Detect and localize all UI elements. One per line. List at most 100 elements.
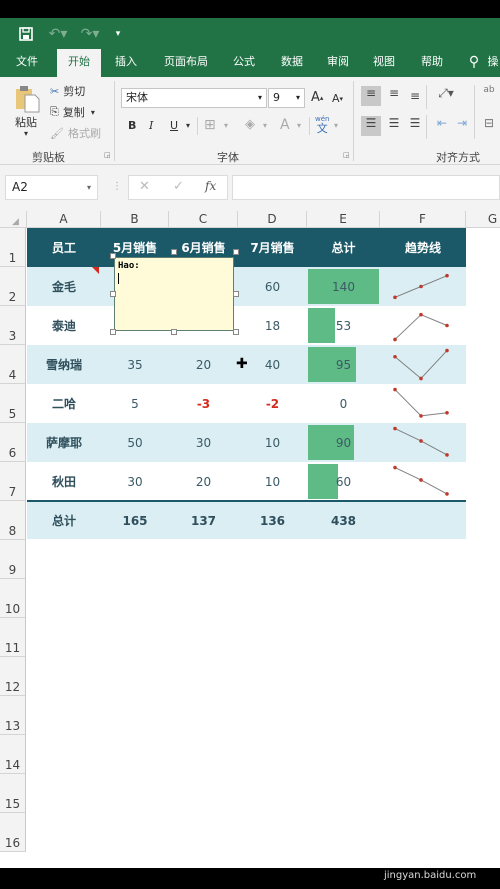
bold-button[interactable]: B [128,119,136,132]
row-header-11[interactable]: 11 [0,618,26,657]
sales-cell[interactable]: 10 [238,423,307,462]
fill-color-icon[interactable]: ◈ [245,117,255,132]
font-name-field[interactable]: 宋体 ▾ [121,88,267,108]
cancel-icon[interactable]: ✕ [139,179,150,194]
comment-resize-handle[interactable] [233,329,239,335]
row-header-10[interactable]: 10 [0,579,26,618]
sales-cell[interactable]: 0 [307,384,380,423]
row-header-16[interactable]: 16 [0,813,26,852]
lightbulb-icon[interactable]: ⚲ [466,49,482,77]
row-header-6[interactable]: 6 [0,423,26,462]
decrease-indent-icon[interactable]: ⇤ [432,116,452,136]
orientation-icon[interactable]: ⤢▾ [432,86,460,106]
sales-cell[interactable]: 20 [169,462,238,501]
employee-name-cell[interactable]: 雪纳瑞 [27,345,101,384]
row-header-9[interactable]: 9 [0,540,26,579]
tab-file[interactable]: 文件 [6,49,48,77]
wrap-text-icon[interactable]: ab [481,85,497,105]
increase-indent-icon[interactable]: ⇥ [452,116,472,136]
paste-button[interactable]: 粘贴 [15,114,37,130]
align-right-icon[interactable]: ☰ [405,116,425,136]
sales-cell[interactable]: 40 [238,345,307,384]
row-header-2[interactable]: 2 [0,267,26,306]
employee-name-cell[interactable]: 萨摩耶 [27,423,101,462]
sales-cell[interactable]: 60 [238,267,307,306]
align-middle-icon[interactable]: ≡ [384,86,404,106]
merge-center-icon[interactable]: ⊟ [481,116,497,136]
align-bottom-icon[interactable]: ≡ [405,89,425,109]
comment-resize-handle[interactable] [171,329,177,335]
table-header-cell[interactable]: 7月销售 [238,228,307,267]
customize-qat-icon[interactable]: ▾ [112,24,124,44]
row-header-12[interactable]: 12 [0,657,26,696]
column-header-f[interactable]: F [380,211,466,228]
tab-page-layout[interactable]: 页面布局 [158,49,214,77]
worksheet-grid[interactable]: ◢ A B C D E F G 1 2 3 4 5 6 7 8 9 10 11 12 13 14 15 16 员工 5月销售 6月… [0,211,500,868]
sales-cell[interactable]: 95 [307,345,380,384]
row-header-7[interactable]: 7 [0,462,26,501]
select-all-corner[interactable]: ◢ [0,211,27,228]
sales-cell[interactable]: 30 [169,423,238,462]
comment-resize-handle[interactable] [110,329,116,335]
sales-cell[interactable]: 50 [101,423,169,462]
table-header-cell[interactable]: 员工 [27,228,101,267]
tab-view[interactable]: 视图 [364,49,404,77]
sales-cell[interactable]: 60 [307,462,380,501]
paste-dropdown-icon[interactable]: ▾ [24,129,28,138]
tab-home[interactable]: 开始 [57,49,101,77]
align-left-icon[interactable]: ☰ [361,116,381,136]
fill-color-dropdown-icon[interactable]: ▾ [263,121,267,130]
cut-button[interactable]: ✂ 剪切 [50,83,85,99]
comment-resize-handle[interactable] [171,249,177,255]
align-top-icon[interactable]: ≡ [361,86,381,106]
employee-name-cell[interactable]: 二哈 [27,384,101,423]
sales-cell[interactable]: 30 [101,462,169,501]
redo-icon[interactable]: ↷▾ [78,24,102,44]
total-cell[interactable]: 136 [238,501,307,540]
border-icon[interactable]: ⊞ [204,117,216,133]
formula-input[interactable] [232,175,500,200]
total-cell[interactable]: 总计 [27,501,101,540]
column-header-g[interactable]: G [466,211,500,228]
column-header-d[interactable]: D [238,211,307,228]
sales-cell[interactable]: 35 [101,345,169,384]
sales-cell[interactable]: -3 [169,384,238,423]
row-header-13[interactable]: 13 [0,696,26,735]
comment-resize-handle[interactable] [110,253,116,259]
column-header-b[interactable]: B [101,211,169,228]
tab-formulas[interactable]: 公式 [224,49,264,77]
row-header-1[interactable]: 1 [0,228,26,267]
border-dropdown-icon[interactable]: ▾ [224,121,228,130]
format-painter-button[interactable]: 🖌 格式刷 [50,125,101,141]
shrink-font-button[interactable]: A ▾ [332,92,343,105]
employee-name-cell[interactable]: 秋田 [27,462,101,501]
sales-cell[interactable]: 18 [238,306,307,345]
clipboard-launcher-icon[interactable]: ◲ [104,151,111,159]
copy-button[interactable]: ⎘ 复制 ▾ [50,104,95,120]
row-header-3[interactable]: 3 [0,306,26,345]
grow-font-button[interactable]: A ▴ [311,90,323,105]
employee-name-cell[interactable]: 泰迪 [27,306,101,345]
sales-cell[interactable]: -2 [238,384,307,423]
column-header-c[interactable]: C [169,211,238,228]
comment-resize-handle[interactable] [233,249,239,255]
comment-resize-handle[interactable] [233,291,239,297]
save-icon[interactable] [16,24,36,44]
cell-comment-box[interactable]: Hao: [114,257,234,331]
font-color-dropdown-icon[interactable]: ▾ [297,121,301,130]
tab-insert[interactable]: 插入 [106,49,146,77]
insert-function-icon[interactable]: fx [205,179,216,193]
table-header-cell[interactable]: 总计 [307,228,380,267]
enter-icon[interactable]: ✓ [173,179,184,194]
sales-cell[interactable]: 10 [238,462,307,501]
align-center-icon[interactable]: ☰ [384,116,404,136]
underline-button[interactable]: U [170,119,178,132]
total-cell[interactable]: 137 [169,501,238,540]
undo-icon[interactable]: ↶▾ [46,24,70,44]
tab-review[interactable]: 审阅 [318,49,358,77]
row-header-8[interactable]: 8 [0,501,26,540]
font-color-button[interactable]: A [280,117,290,133]
row-header-4[interactable]: 4 [0,345,26,384]
sales-cell[interactable]: 140 [307,267,380,306]
tell-me-input[interactable]: 操 [486,49,500,77]
